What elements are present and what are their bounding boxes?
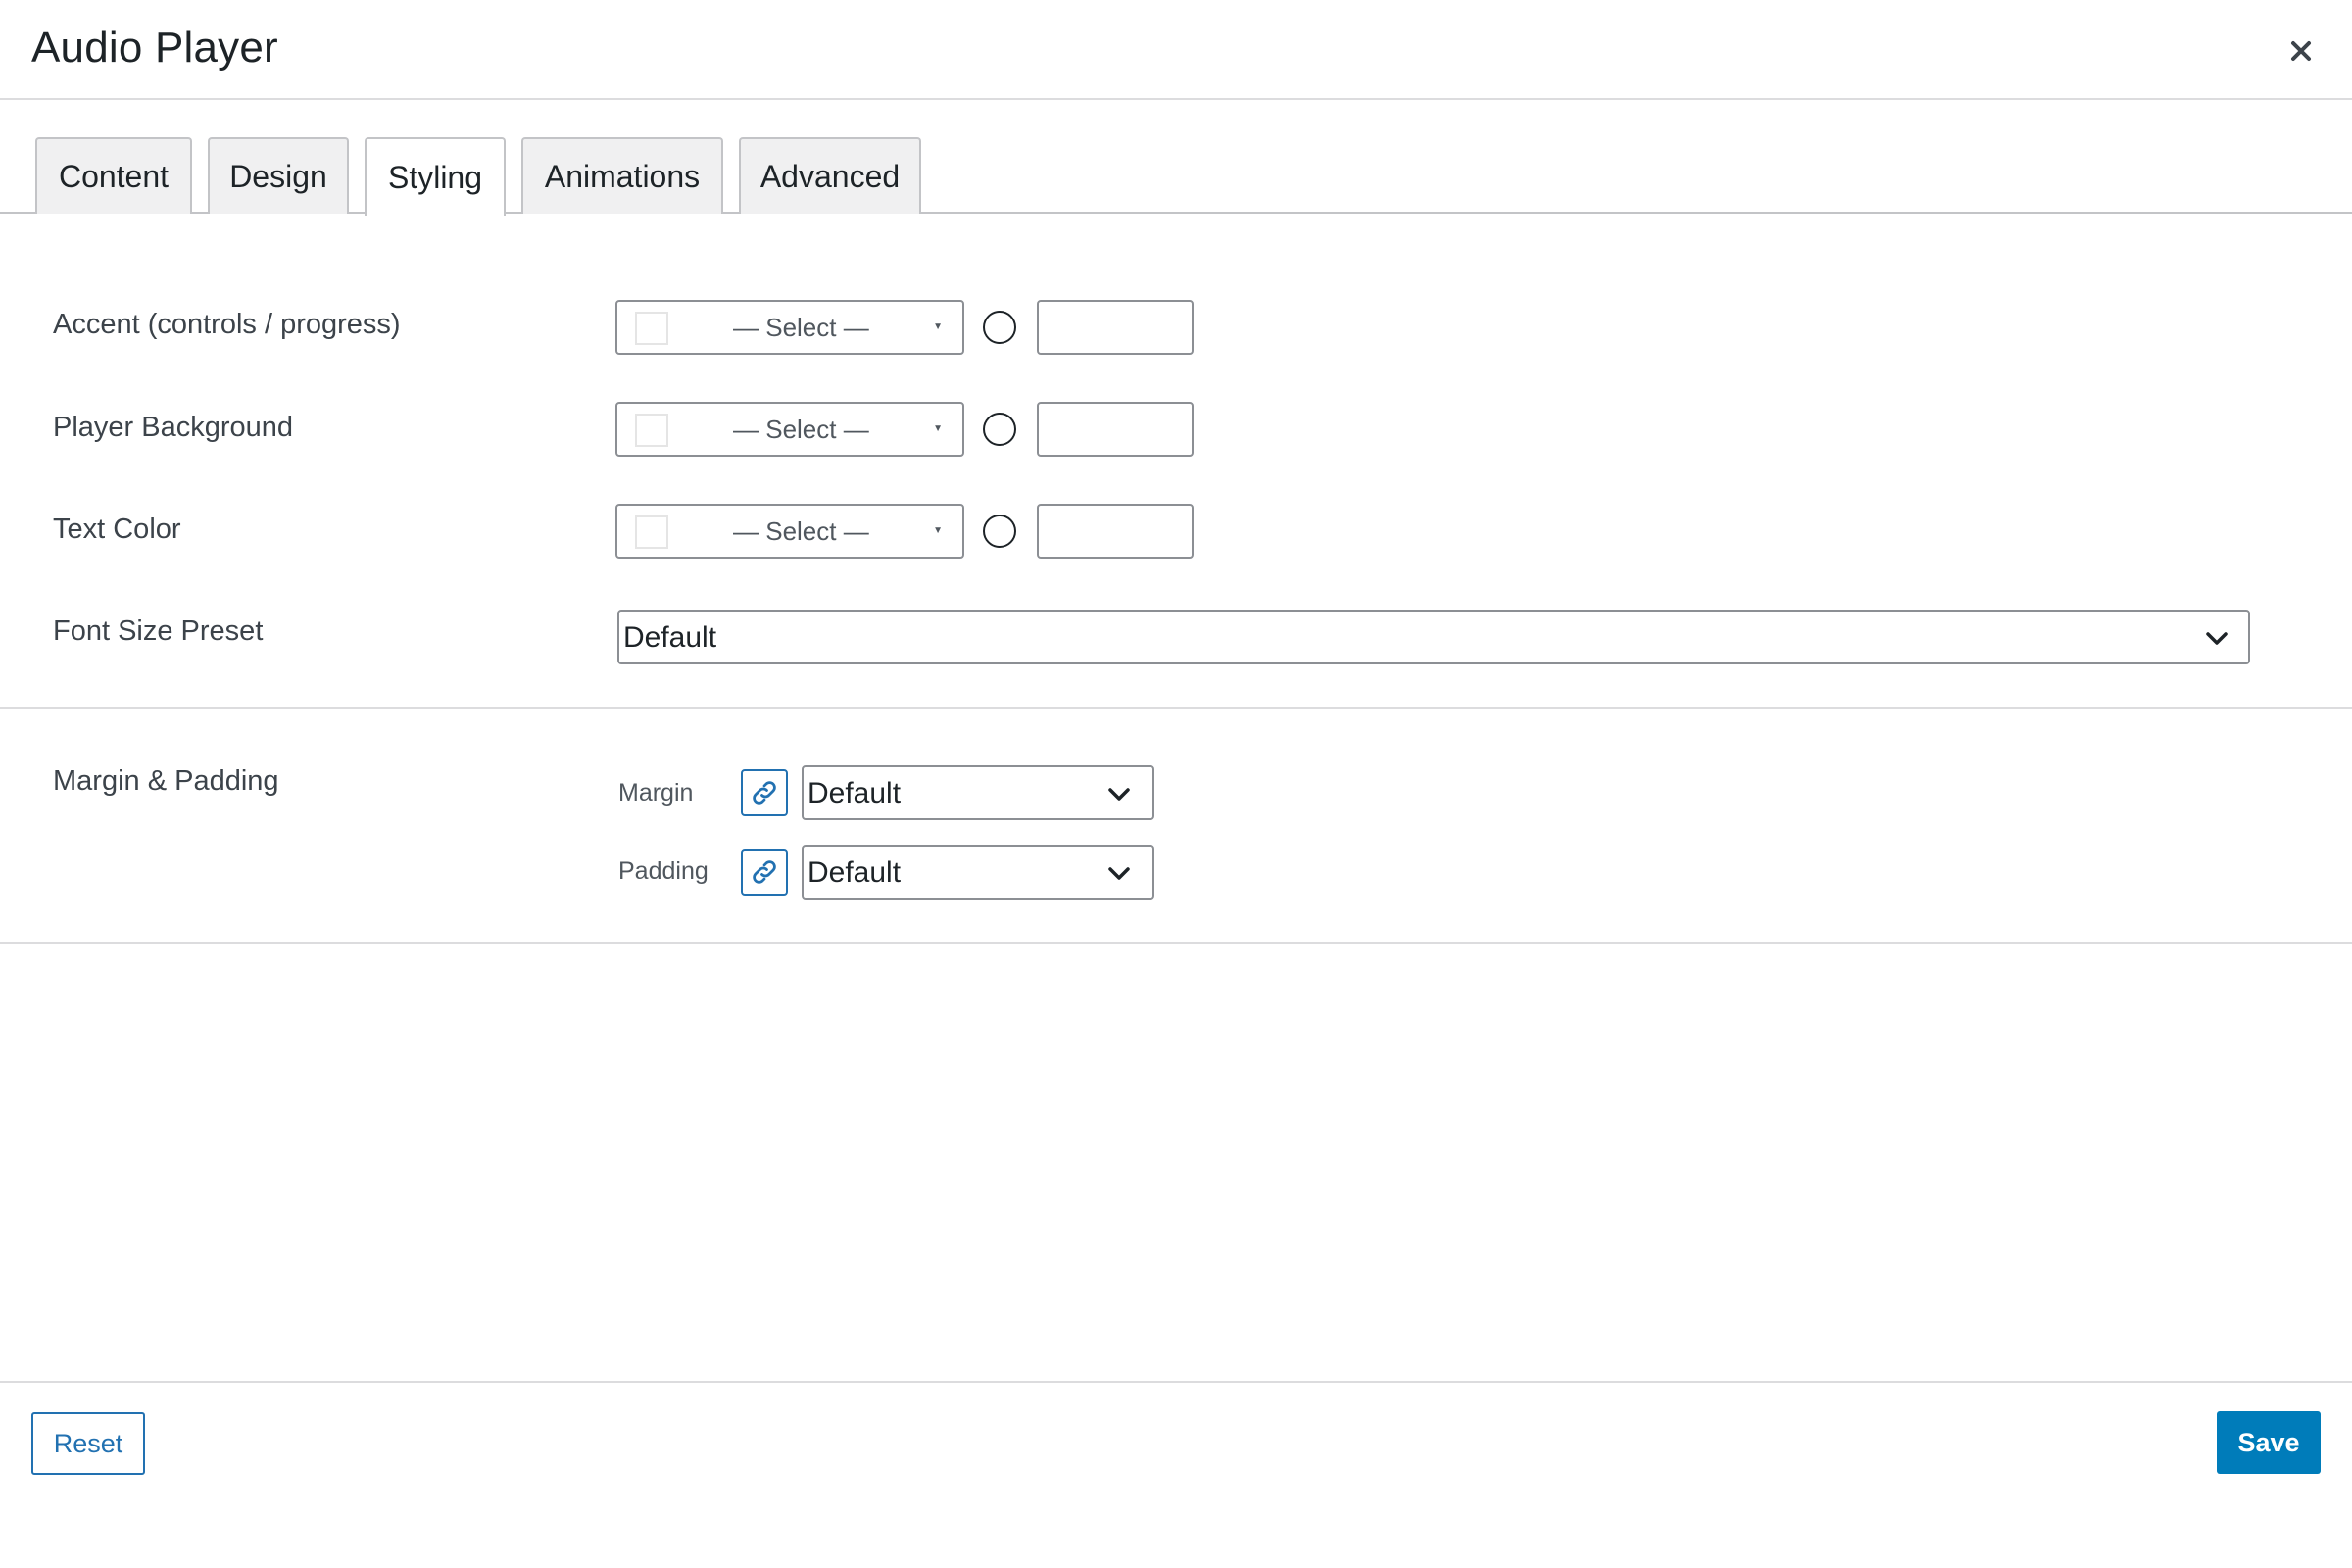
font-size-preset-select[interactable]: Default [617,610,2250,664]
color-swatch [635,515,668,549]
padding-label: Padding [618,858,709,885]
tab-label: Styling [387,159,483,195]
margin-padding-label: Margin & Padding [53,765,279,797]
tab-animations[interactable]: Animations [521,137,723,214]
close-icon [2291,41,2311,61]
caret-down-icon: ▼ [933,525,943,536]
select-placeholder: — Select — [733,516,869,546]
accent-color-select[interactable]: — Select — ▼ [615,300,964,355]
tab-bar: Content Design Styling Animations Advanc… [0,137,2352,216]
footer-divider [0,1381,2352,1383]
select-value: Default [808,777,902,809]
margin-label: Margin [618,779,694,807]
font-size-preset-label: Font Size Preset [53,615,264,647]
text-color-label: Text Color [53,514,181,545]
save-button[interactable]: Save [2217,1411,2321,1474]
background-color-value-input[interactable] [1037,402,1194,457]
accent-label: Accent (controls / progress) [53,309,401,340]
tab-styling[interactable]: Styling [365,137,506,216]
accent-color-picker[interactable] [983,311,1016,344]
chevron-down-icon [1108,788,1130,801]
section-divider [0,707,2352,709]
dialog-header: Audio Player [0,0,2352,100]
tab-content[interactable]: Content [35,137,192,214]
select-placeholder: — Select — [733,313,869,342]
text-color-select[interactable]: — Select — ▼ [615,504,964,559]
section-divider [0,942,2352,944]
link-padding-button[interactable] [741,849,788,896]
caret-down-icon: ▼ [933,423,943,434]
caret-down-icon: ▼ [933,321,943,332]
chevron-down-icon [1108,867,1130,880]
select-value: Default [808,857,902,889]
accent-color-value-input[interactable] [1037,300,1194,355]
background-color-select[interactable]: — Select — ▼ [615,402,964,457]
color-swatch [635,414,668,447]
chevron-down-icon [2206,632,2228,645]
color-swatch [635,312,668,345]
select-placeholder: — Select — [733,415,869,444]
tab-label: Design [229,158,327,194]
tab-advanced[interactable]: Advanced [739,137,921,214]
tab-label: Animations [544,158,701,194]
tab-design[interactable]: Design [208,137,349,214]
link-icon [753,860,776,884]
tab-label: Content [58,158,170,194]
player-background-label: Player Background [53,412,294,443]
reset-button[interactable]: Reset [31,1412,145,1475]
padding-select[interactable]: Default [802,845,1154,900]
margin-select[interactable]: Default [802,765,1154,820]
select-value: Default [623,621,717,654]
link-icon [753,781,776,805]
link-margin-button[interactable] [741,769,788,816]
background-color-picker[interactable] [983,413,1016,446]
dialog-title: Audio Player [31,24,278,72]
tab-label: Advanced [760,158,901,194]
close-button[interactable] [2279,29,2323,73]
text-color-value-input[interactable] [1037,504,1194,559]
text-color-picker[interactable] [983,514,1016,548]
